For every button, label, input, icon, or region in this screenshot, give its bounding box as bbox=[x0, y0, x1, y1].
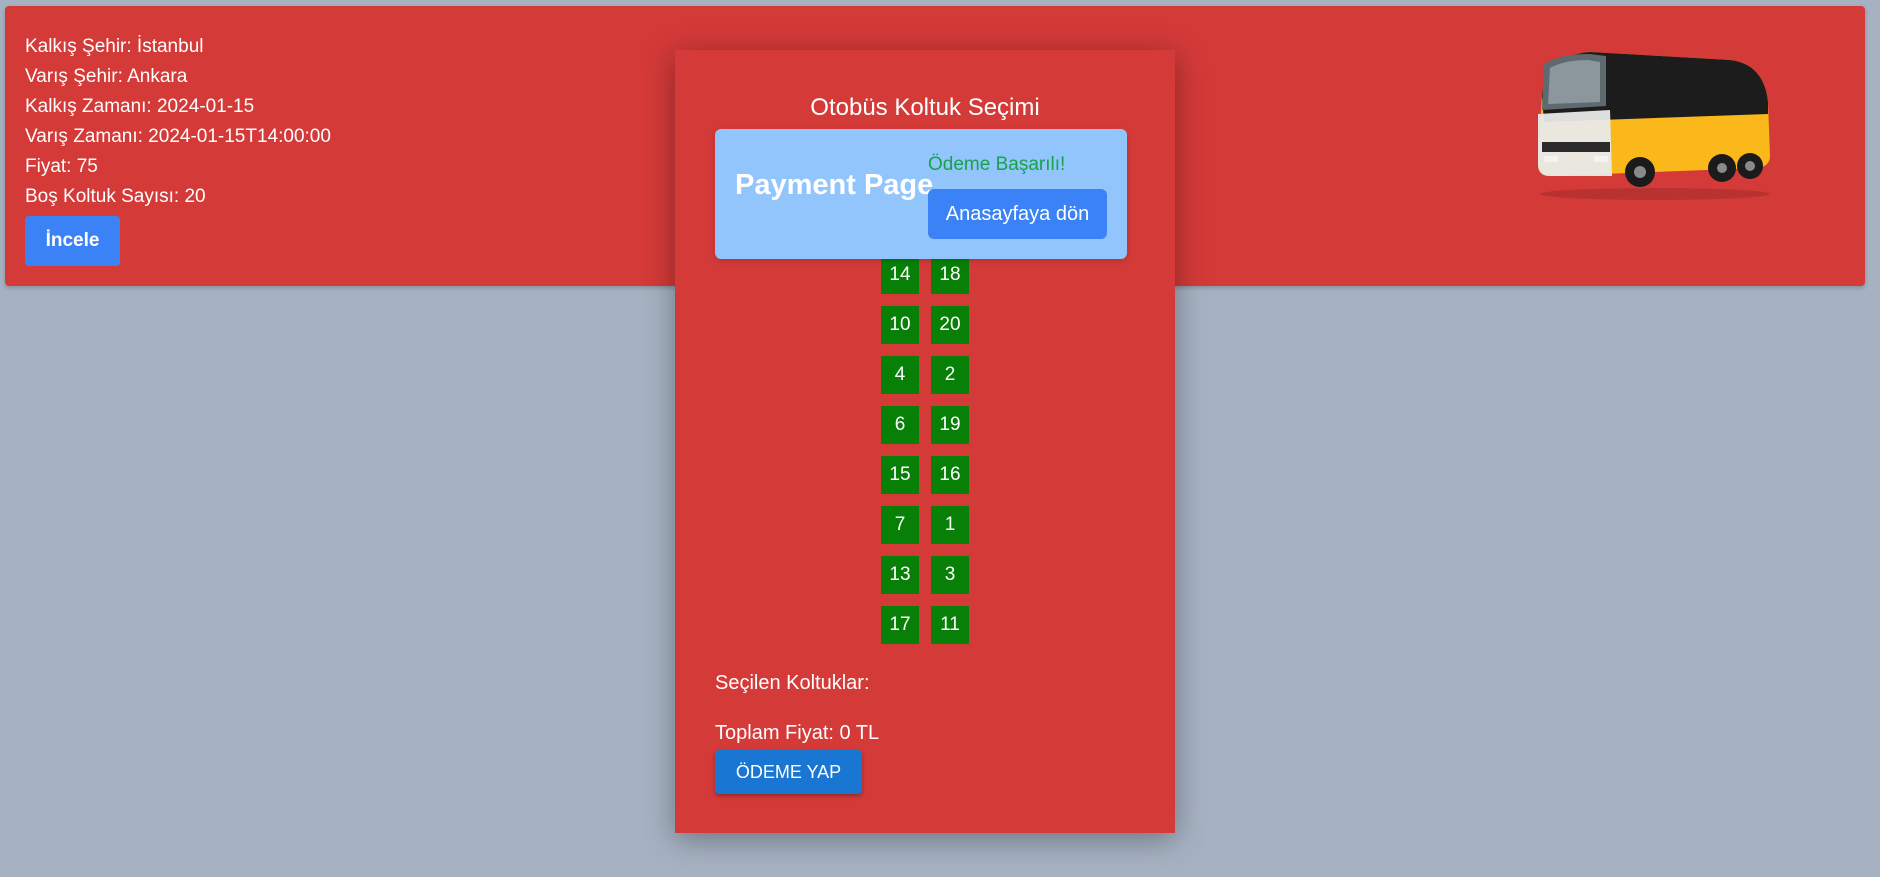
payment-success-message: Ödeme Başarılı! bbox=[928, 154, 1066, 175]
seat-button[interactable]: 17 bbox=[881, 606, 919, 644]
seat-button[interactable]: 15 bbox=[881, 456, 919, 494]
seat-selection-title: Otobüs Koltuk Seçimi bbox=[810, 94, 1040, 121]
seat-button[interactable]: 7 bbox=[881, 506, 919, 544]
seat-button[interactable]: 20 bbox=[931, 306, 969, 344]
seat-button[interactable]: 16 bbox=[931, 456, 969, 494]
empty-seat-count: Boş Koltuk Sayısı: 20 bbox=[25, 186, 206, 207]
inspect-button[interactable]: İncele bbox=[25, 216, 120, 266]
seat-button[interactable]: 10 bbox=[881, 306, 919, 344]
seat-button[interactable]: 2 bbox=[931, 356, 969, 394]
seat-button[interactable]: 18 bbox=[931, 256, 969, 294]
seat-button[interactable]: 1 bbox=[931, 506, 969, 544]
arrival-time: Varış Zamanı: 2024-01-15T14:00:00 bbox=[25, 126, 331, 147]
arrival-city: Varış Şehir: Ankara bbox=[25, 66, 188, 87]
pay-button[interactable]: ÖDEME YAP bbox=[715, 750, 862, 794]
seat-button[interactable]: 19 bbox=[931, 406, 969, 444]
bus-image bbox=[1538, 52, 1770, 200]
payment-title: Payment Page bbox=[735, 169, 934, 201]
total-price-label: Toplam Fiyat: 0 TL bbox=[715, 722, 880, 744]
departure-time: Kalkış Zamanı: 2024-01-15 bbox=[25, 96, 255, 117]
seat-button[interactable]: 14 bbox=[881, 256, 919, 294]
seat-button[interactable]: 6 bbox=[881, 406, 919, 444]
departure-city: Kalkış Şehir: İstanbul bbox=[25, 36, 204, 57]
seat-button[interactable]: 4 bbox=[881, 356, 919, 394]
seat-grid: 14 18 10 20 4 2 6 19 15 16 7 1 13 3 17 1… bbox=[881, 256, 969, 644]
back-to-home-button[interactable]: Anasayfaya dön bbox=[928, 189, 1107, 239]
price: Fiyat: 75 bbox=[25, 156, 98, 177]
seat-button[interactable]: 11 bbox=[931, 606, 969, 644]
seat-button[interactable]: 13 bbox=[881, 556, 919, 594]
payment-popup: Payment Page Ödeme Başarılı! Anasayfaya … bbox=[715, 129, 1127, 259]
seat-button[interactable]: 3 bbox=[931, 556, 969, 594]
trip-details: Kalkış Şehir: İstanbul Varış Şehir: Anka… bbox=[25, 32, 331, 212]
selected-seats-label: Seçilen Koltuklar: bbox=[715, 672, 870, 694]
